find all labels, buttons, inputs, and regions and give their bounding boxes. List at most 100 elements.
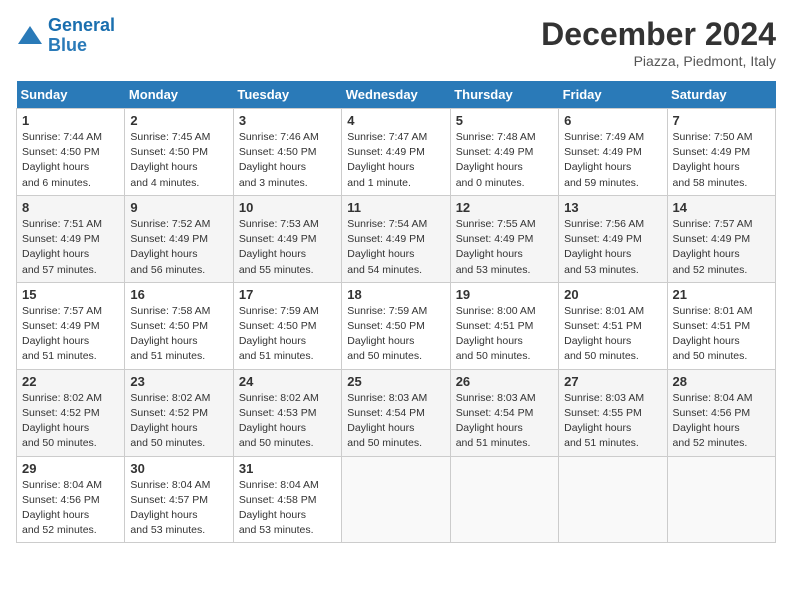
calendar-cell: 27 Sunrise: 8:03 AM Sunset: 4:55 PM Dayl…	[559, 369, 667, 456]
day-info: Sunrise: 8:00 AM Sunset: 4:51 PM Dayligh…	[456, 304, 553, 365]
day-number: 15	[22, 287, 119, 302]
calendar-cell: 22 Sunrise: 8:02 AM Sunset: 4:52 PM Dayl…	[17, 369, 125, 456]
day-number: 24	[239, 374, 336, 389]
page-header: General Blue December 2024 Piazza, Piedm…	[16, 16, 776, 69]
logo-icon	[16, 22, 44, 50]
week-row-3: 15 Sunrise: 7:57 AM Sunset: 4:49 PM Dayl…	[17, 282, 776, 369]
calendar-cell: 3 Sunrise: 7:46 AM Sunset: 4:50 PM Dayli…	[233, 109, 341, 196]
day-info: Sunrise: 7:49 AM Sunset: 4:49 PM Dayligh…	[564, 130, 661, 191]
day-info: Sunrise: 7:51 AM Sunset: 4:49 PM Dayligh…	[22, 217, 119, 278]
calendar-cell: 19 Sunrise: 8:00 AM Sunset: 4:51 PM Dayl…	[450, 282, 558, 369]
day-number: 19	[456, 287, 553, 302]
day-info: Sunrise: 7:44 AM Sunset: 4:50 PM Dayligh…	[22, 130, 119, 191]
calendar-cell	[667, 456, 775, 543]
day-info: Sunrise: 7:46 AM Sunset: 4:50 PM Dayligh…	[239, 130, 336, 191]
day-info: Sunrise: 7:54 AM Sunset: 4:49 PM Dayligh…	[347, 217, 444, 278]
calendar-cell	[559, 456, 667, 543]
day-info: Sunrise: 8:04 AM Sunset: 4:56 PM Dayligh…	[673, 391, 770, 452]
day-number: 29	[22, 461, 119, 476]
day-info: Sunrise: 8:01 AM Sunset: 4:51 PM Dayligh…	[564, 304, 661, 365]
day-info: Sunrise: 7:57 AM Sunset: 4:49 PM Dayligh…	[22, 304, 119, 365]
day-info: Sunrise: 7:59 AM Sunset: 4:50 PM Dayligh…	[347, 304, 444, 365]
calendar-cell: 20 Sunrise: 8:01 AM Sunset: 4:51 PM Dayl…	[559, 282, 667, 369]
day-info: Sunrise: 8:04 AM Sunset: 4:58 PM Dayligh…	[239, 478, 336, 539]
weekday-header-saturday: Saturday	[667, 81, 775, 109]
location-subtitle: Piazza, Piedmont, Italy	[541, 53, 776, 69]
weekday-header-sunday: Sunday	[17, 81, 125, 109]
week-row-5: 29 Sunrise: 8:04 AM Sunset: 4:56 PM Dayl…	[17, 456, 776, 543]
day-info: Sunrise: 7:48 AM Sunset: 4:49 PM Dayligh…	[456, 130, 553, 191]
calendar-cell: 24 Sunrise: 8:02 AM Sunset: 4:53 PM Dayl…	[233, 369, 341, 456]
day-info: Sunrise: 7:55 AM Sunset: 4:49 PM Dayligh…	[456, 217, 553, 278]
day-info: Sunrise: 7:50 AM Sunset: 4:49 PM Dayligh…	[673, 130, 770, 191]
calendar-cell: 17 Sunrise: 7:59 AM Sunset: 4:50 PM Dayl…	[233, 282, 341, 369]
day-info: Sunrise: 7:57 AM Sunset: 4:49 PM Dayligh…	[673, 217, 770, 278]
day-number: 27	[564, 374, 661, 389]
day-number: 26	[456, 374, 553, 389]
calendar-cell: 28 Sunrise: 8:04 AM Sunset: 4:56 PM Dayl…	[667, 369, 775, 456]
day-number: 31	[239, 461, 336, 476]
day-number: 3	[239, 113, 336, 128]
day-number: 20	[564, 287, 661, 302]
day-number: 10	[239, 200, 336, 215]
calendar-cell: 14 Sunrise: 7:57 AM Sunset: 4:49 PM Dayl…	[667, 195, 775, 282]
logo: General Blue	[16, 16, 115, 56]
weekday-header-wednesday: Wednesday	[342, 81, 450, 109]
day-info: Sunrise: 8:04 AM Sunset: 4:56 PM Dayligh…	[22, 478, 119, 539]
calendar-cell: 26 Sunrise: 8:03 AM Sunset: 4:54 PM Dayl…	[450, 369, 558, 456]
day-number: 17	[239, 287, 336, 302]
day-info: Sunrise: 8:02 AM Sunset: 4:52 PM Dayligh…	[130, 391, 227, 452]
day-number: 7	[673, 113, 770, 128]
day-info: Sunrise: 7:53 AM Sunset: 4:49 PM Dayligh…	[239, 217, 336, 278]
weekday-header-thursday: Thursday	[450, 81, 558, 109]
day-number: 28	[673, 374, 770, 389]
weekday-header-row: SundayMondayTuesdayWednesdayThursdayFrid…	[17, 81, 776, 109]
day-number: 12	[456, 200, 553, 215]
weekday-header-tuesday: Tuesday	[233, 81, 341, 109]
day-number: 30	[130, 461, 227, 476]
day-number: 9	[130, 200, 227, 215]
day-number: 11	[347, 200, 444, 215]
week-row-4: 22 Sunrise: 8:02 AM Sunset: 4:52 PM Dayl…	[17, 369, 776, 456]
day-number: 6	[564, 113, 661, 128]
day-number: 16	[130, 287, 227, 302]
logo-text: General Blue	[48, 16, 115, 56]
calendar-cell: 21 Sunrise: 8:01 AM Sunset: 4:51 PM Dayl…	[667, 282, 775, 369]
day-number: 8	[22, 200, 119, 215]
day-info: Sunrise: 8:04 AM Sunset: 4:57 PM Dayligh…	[130, 478, 227, 539]
day-number: 2	[130, 113, 227, 128]
calendar-cell: 30 Sunrise: 8:04 AM Sunset: 4:57 PM Dayl…	[125, 456, 233, 543]
calendar-cell: 13 Sunrise: 7:56 AM Sunset: 4:49 PM Dayl…	[559, 195, 667, 282]
day-info: Sunrise: 8:01 AM Sunset: 4:51 PM Dayligh…	[673, 304, 770, 365]
day-number: 4	[347, 113, 444, 128]
day-number: 1	[22, 113, 119, 128]
day-info: Sunrise: 8:03 AM Sunset: 4:54 PM Dayligh…	[456, 391, 553, 452]
day-info: Sunrise: 7:56 AM Sunset: 4:49 PM Dayligh…	[564, 217, 661, 278]
day-number: 21	[673, 287, 770, 302]
calendar-cell	[450, 456, 558, 543]
calendar-cell	[342, 456, 450, 543]
day-info: Sunrise: 8:03 AM Sunset: 4:55 PM Dayligh…	[564, 391, 661, 452]
calendar-cell: 23 Sunrise: 8:02 AM Sunset: 4:52 PM Dayl…	[125, 369, 233, 456]
calendar-cell: 12 Sunrise: 7:55 AM Sunset: 4:49 PM Dayl…	[450, 195, 558, 282]
day-number: 25	[347, 374, 444, 389]
day-info: Sunrise: 8:02 AM Sunset: 4:53 PM Dayligh…	[239, 391, 336, 452]
calendar-cell: 11 Sunrise: 7:54 AM Sunset: 4:49 PM Dayl…	[342, 195, 450, 282]
calendar-cell: 6 Sunrise: 7:49 AM Sunset: 4:49 PM Dayli…	[559, 109, 667, 196]
day-number: 23	[130, 374, 227, 389]
day-info: Sunrise: 7:45 AM Sunset: 4:50 PM Dayligh…	[130, 130, 227, 191]
weekday-header-monday: Monday	[125, 81, 233, 109]
day-number: 13	[564, 200, 661, 215]
calendar-cell: 29 Sunrise: 8:04 AM Sunset: 4:56 PM Dayl…	[17, 456, 125, 543]
day-number: 22	[22, 374, 119, 389]
calendar-cell: 8 Sunrise: 7:51 AM Sunset: 4:49 PM Dayli…	[17, 195, 125, 282]
calendar-cell: 18 Sunrise: 7:59 AM Sunset: 4:50 PM Dayl…	[342, 282, 450, 369]
day-info: Sunrise: 8:03 AM Sunset: 4:54 PM Dayligh…	[347, 391, 444, 452]
day-info: Sunrise: 7:52 AM Sunset: 4:49 PM Dayligh…	[130, 217, 227, 278]
day-number: 14	[673, 200, 770, 215]
day-number: 5	[456, 113, 553, 128]
day-info: Sunrise: 7:58 AM Sunset: 4:50 PM Dayligh…	[130, 304, 227, 365]
calendar-cell: 1 Sunrise: 7:44 AM Sunset: 4:50 PM Dayli…	[17, 109, 125, 196]
calendar-cell: 5 Sunrise: 7:48 AM Sunset: 4:49 PM Dayli…	[450, 109, 558, 196]
calendar-table: SundayMondayTuesdayWednesdayThursdayFrid…	[16, 81, 776, 543]
